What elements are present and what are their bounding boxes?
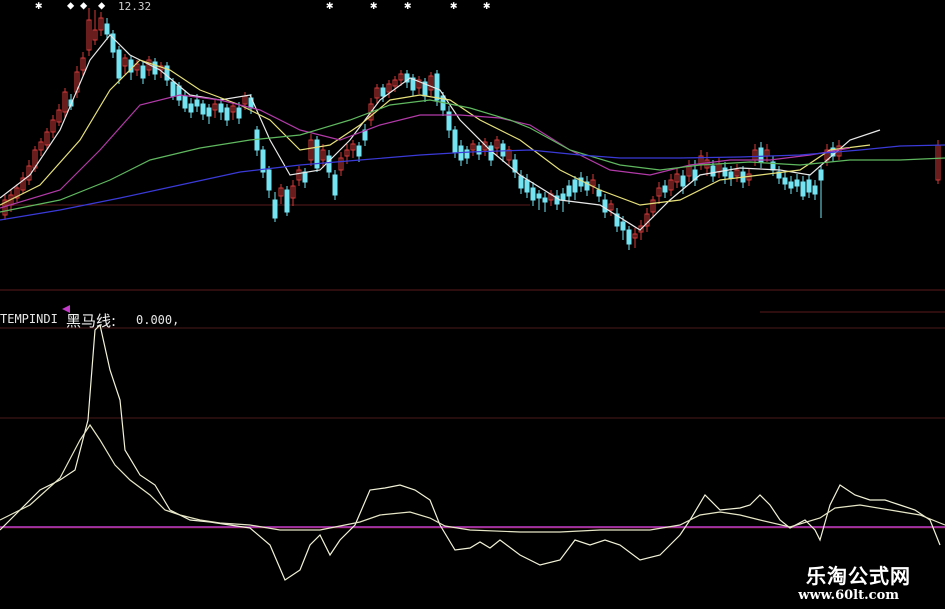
- candle-body: [524, 179, 530, 193]
- candle-body: [434, 73, 440, 101]
- candle-body: [536, 193, 542, 199]
- candle-body: [188, 103, 194, 113]
- candle-body: [140, 65, 146, 79]
- candle-body: [818, 169, 824, 181]
- high-price-label: 12.32: [118, 0, 152, 13]
- stock-chart[interactable]: [0, 0, 945, 609]
- candle-body: [464, 149, 470, 159]
- candle-body: [488, 145, 494, 161]
- indicator-value: 0.000,: [136, 313, 180, 327]
- candle-body: [800, 181, 806, 197]
- top-marker-icon: ✱: [483, 0, 491, 12]
- chart-background: [0, 0, 945, 609]
- candle-body: [680, 175, 686, 187]
- candle-body: [566, 185, 572, 197]
- candle-body: [596, 189, 602, 197]
- candle-body: [662, 185, 668, 193]
- top-marker-icon: ◆: [98, 0, 106, 12]
- candle-body: [194, 99, 200, 107]
- candle-body: [356, 145, 362, 157]
- candle-body: [572, 179, 578, 193]
- top-marker-icon: ✱: [370, 0, 378, 12]
- candle-body: [788, 181, 794, 189]
- candle-body: [380, 87, 386, 97]
- candle-body: [332, 174, 338, 196]
- candle-body: [722, 167, 728, 177]
- candle-body: [272, 199, 278, 219]
- indicator-name: TEMPINDI: [0, 312, 58, 326]
- candle-body: [782, 177, 788, 185]
- top-marker-icon: ✱: [35, 0, 43, 12]
- candle-body: [806, 179, 812, 193]
- candle-body: [500, 143, 506, 157]
- candle-body: [626, 229, 632, 245]
- top-marker-icon: ✱: [326, 0, 334, 12]
- candle-body: [116, 49, 122, 79]
- candle-body: [452, 129, 458, 153]
- candle-body: [218, 103, 224, 113]
- candle-body: [620, 221, 626, 231]
- candle-body: [170, 81, 176, 97]
- candle-body: [224, 107, 230, 121]
- candle-body: [236, 107, 242, 119]
- top-marker-icon: ✱: [404, 0, 412, 12]
- candle-body: [794, 179, 800, 187]
- candle-body: [176, 85, 182, 101]
- watermark-site-name: 乐淘公式网: [806, 564, 911, 588]
- candle-body: [326, 155, 332, 173]
- candle-body: [302, 171, 308, 183]
- watermark-url: www.60lt.com: [798, 588, 899, 603]
- candle-body: [560, 193, 566, 201]
- candle-body: [542, 197, 548, 203]
- candle-body: [284, 189, 290, 213]
- candle-body: [200, 103, 206, 115]
- candle-body: [182, 95, 188, 109]
- indicator-formula-label: 黑马线:: [66, 312, 117, 330]
- candle-body: [206, 107, 212, 117]
- top-marker-icon: ✱: [450, 0, 458, 12]
- candle-body: [728, 171, 734, 179]
- candle-body: [812, 185, 818, 195]
- candle-body: [530, 187, 536, 201]
- candle-body: [602, 199, 608, 213]
- candle-body: [518, 175, 524, 189]
- top-marker-icon: ◆: [80, 0, 88, 12]
- candle-body: [104, 23, 110, 35]
- candle-body: [266, 169, 272, 191]
- top-marker-icon: ◆: [67, 0, 75, 12]
- candle-body: [710, 165, 716, 177]
- candle-body: [476, 145, 482, 155]
